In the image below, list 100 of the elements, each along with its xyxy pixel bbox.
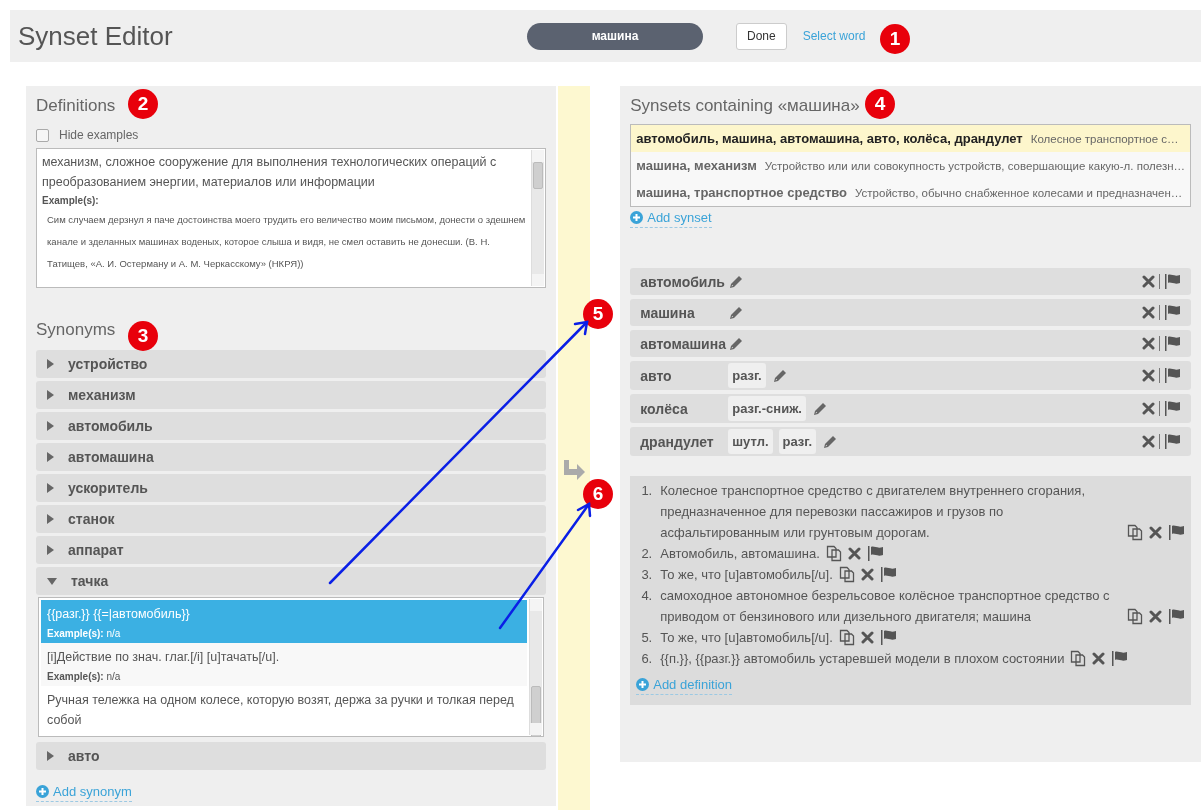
word-label: драндулет [640,433,715,450]
flag-icon [866,546,884,561]
close-icon [1149,526,1162,539]
pencil-icon [728,335,745,352]
word-label: авто [640,367,673,384]
close-icon [860,568,874,581]
synonym-word: станок [68,511,115,527]
pencil-icon [771,367,788,384]
synonym-word: ускоритель [68,480,148,496]
usage-tag: разг. [778,429,817,454]
flag-icon [879,630,897,645]
caret-right-icon [47,421,54,431]
close-icon [1142,402,1155,415]
section-title: Synsets containing «машина» [630,96,860,116]
add-icon [36,785,49,798]
word-field[interactable]: машина [527,22,703,50]
word-label: машина [640,304,696,321]
section-title: Definitions [36,96,116,116]
flag-icon [1164,305,1181,320]
usage-tag: разг. [728,363,766,388]
synonym-word: механизм [68,387,136,403]
definition-text: То же, что [u]автомобиль[/u]. [660,566,833,584]
synset-item[interactable]: машина, транспортное средство Устройство, обычно снабженное колесами и предназначен… [631,179,1190,206]
definition-text: [i]Действие по знач. глаг.[/i] [u]тачать[/u]. [47,649,281,666]
copy-icon [838,629,855,646]
flag-icon [1164,434,1181,449]
flag-icon [1164,368,1181,383]
close-icon [1149,610,1162,623]
copy-icon [825,545,842,562]
word-label: колёса [640,400,689,417]
synonym-row[interactable]: тачка [36,567,546,595]
add-icon [636,678,650,691]
synonym-row[interactable]: автомобиль [36,412,546,440]
close-icon [1142,337,1155,350]
close-icon [1142,435,1155,448]
caret-right-icon [47,545,54,555]
definition-text: {{разг.}} {{=|автомобиль}} [47,606,191,623]
synonym-word: аппарат [68,542,124,558]
definition-text: механизм, сложное сооружение для выполнения технологических операций с преобразованием энергии, материалов или информации [42,154,498,191]
flag-icon [1111,651,1129,666]
word-label: автомобиль [640,273,726,290]
copy-icon [1127,608,1143,625]
list-number: 3. [640,566,653,584]
close-icon [1142,369,1155,382]
section-title: Synonyms [36,320,116,340]
caret-right-icon [47,390,54,400]
caret-right-icon [47,452,54,462]
synset-item[interactable]: автомобиль, машина, автомашина, авто, колёса, драндулет Колесное транспортное с… [631,125,1190,152]
list-number: 6. [640,650,653,668]
example-text: Сим случаем дерзнул я паче достоинства моего трудить его величество моим письмом, донести о здешнем канале и зделанных машинах воденых, которое слыша и видя, не смел оставить не донесши. (В. Н. Татищев, «А. И. Остерману и А. М. Черкасскому» (НКРЯ)) [46,213,527,271]
done-button[interactable]: Done [736,22,787,50]
synonym-word: устройство [68,356,148,372]
caret-right-icon [47,359,54,369]
example-label: Example(s): [42,195,100,206]
synonym-row[interactable]: станок [36,505,546,533]
flag-icon [1164,274,1181,289]
synonym-row[interactable]: авто [36,742,546,770]
synonym-word: тачка [71,573,109,589]
word-label: автомашина [640,335,727,352]
caret-right-icon [47,514,54,524]
app-title: Synset Editor [18,20,174,52]
flag-icon [1164,401,1181,416]
close-icon [847,547,861,560]
synonym-row[interactable]: устройство [36,350,546,378]
copy-icon [1070,650,1087,667]
caret-right-icon [47,751,54,761]
caret-down-icon [47,577,57,585]
synonym-row[interactable]: механизм [36,381,546,409]
definition-text: Колесное транспортное средство с двигателем внутреннего сгорания, предназначенное для перевозки пассажиров и грузов по асфальтированным или грунтовым дорогам. [660,482,1086,542]
flag-icon [1168,609,1185,624]
synset-item[interactable]: машина, механизм Устройство или или совокупность устройств, совершающие какую-л. полезн… [631,152,1190,179]
synonym-word: авто [68,748,100,764]
scrollbar[interactable] [530,150,544,286]
synonym-row[interactable]: ускоритель [36,474,546,502]
copy-icon [1127,524,1143,541]
pencil-icon [811,400,828,417]
add-icon [630,211,644,224]
checkbox[interactable] [36,128,49,142]
turn-arrow-icon [561,460,586,480]
definition-item[interactable]: [i]Действие по знач. глаг.[/i] [u]тачать[/u]. Example(s): n/a [41,643,527,686]
checkbox-label: Hide examples [59,128,139,142]
close-icon [1092,652,1106,665]
definition-text: Автомобиль, автомашина. [660,545,820,563]
pencil-icon [728,273,745,290]
synonym-word: автомобиль [68,418,153,434]
scrollbar[interactable] [528,599,542,735]
close-icon [860,631,874,644]
list-number: 1. [640,482,653,500]
synonym-row[interactable]: автомашина [36,443,546,471]
close-icon [1142,275,1155,288]
pencil-icon [822,433,839,450]
definition-text: самоходное автономное безрельсовое колёсное транспортное средство с приводом от бензинового или дизельного двигателя; машина [660,587,1111,626]
synonym-row[interactable]: аппарат [36,536,546,564]
close-icon [1142,306,1155,319]
flag-icon [1168,525,1185,540]
list-number: 4. [640,587,653,605]
list-number: 2. [640,545,653,563]
list-number: 5. [640,629,653,647]
example-line: Example(s): n/a [47,671,122,682]
usage-tag: разг.-сниж. [728,396,806,421]
